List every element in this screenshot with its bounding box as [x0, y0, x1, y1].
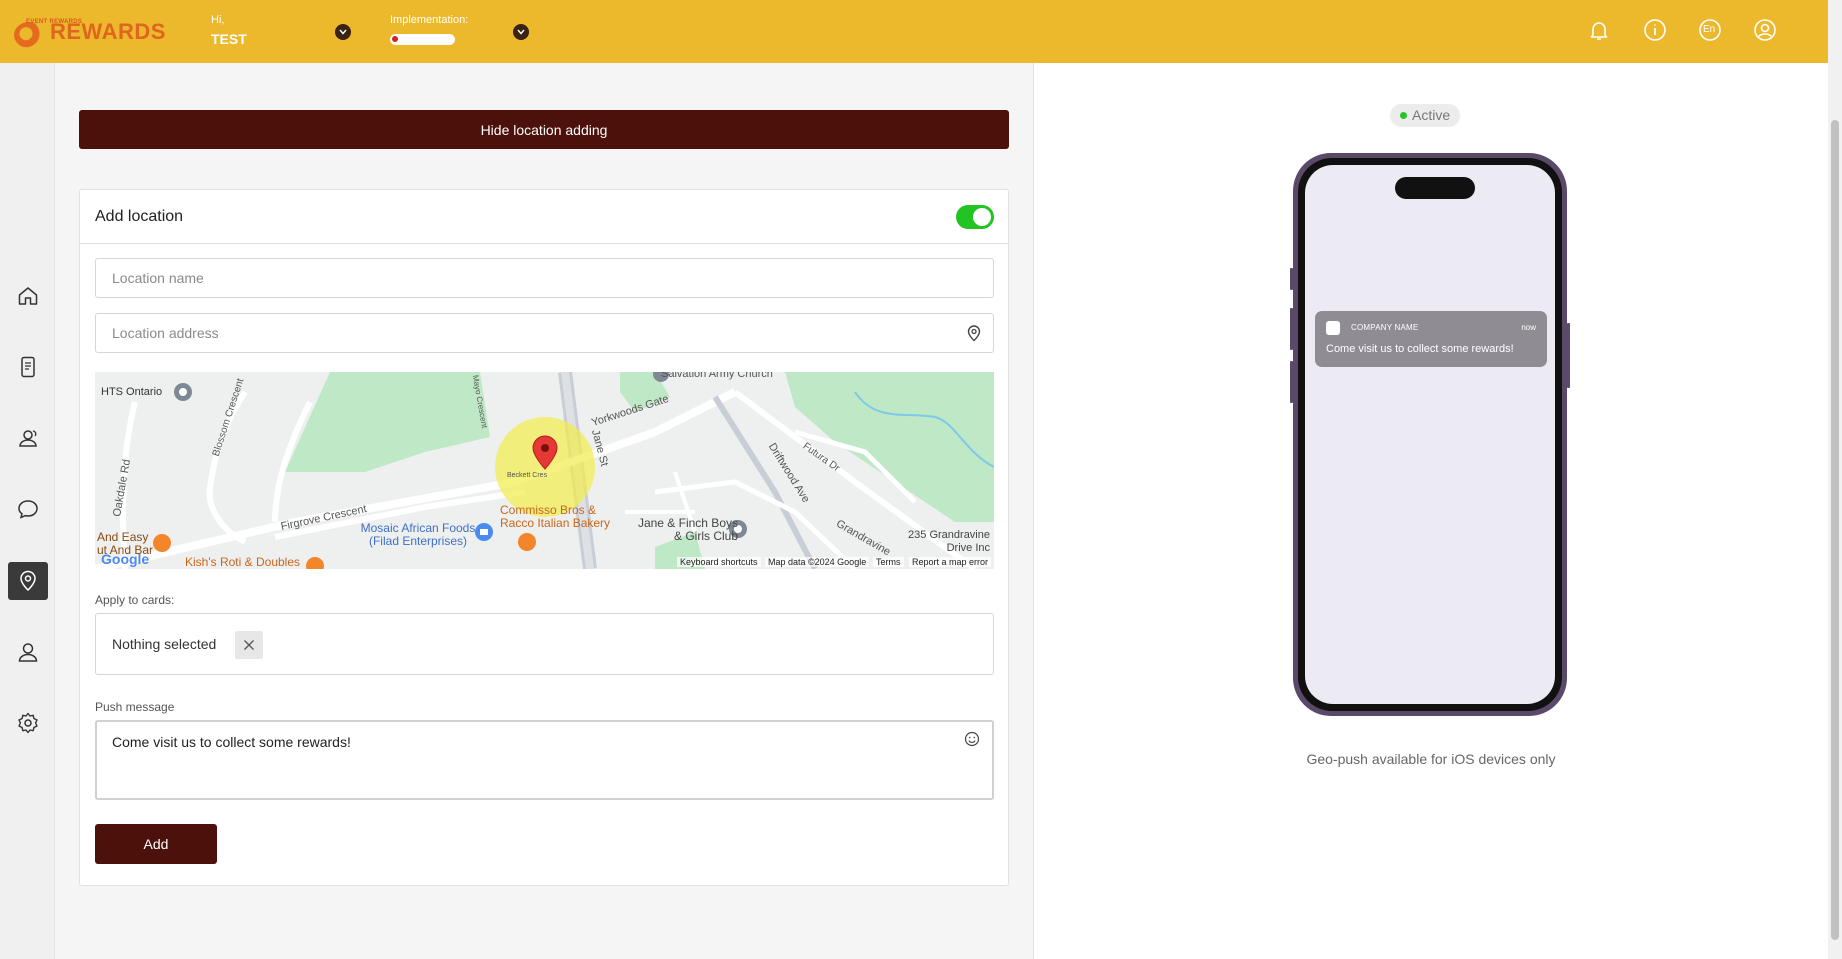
logo-text: REWARDS [50, 19, 166, 44]
phone-frame: COMPANY NAME now Come visit us to collec… [1298, 158, 1562, 711]
clear-selection-button[interactable] [235, 631, 263, 659]
sidebar-item-customers[interactable] [8, 419, 48, 457]
page-scrollbar[interactable] [1828, 0, 1842, 959]
toggle-knob [973, 208, 991, 226]
user-menu-dropdown[interactable] [335, 24, 351, 40]
phone-screen: COMPANY NAME now Come visit us to collec… [1305, 165, 1555, 704]
implementation-status: Implementation: [390, 14, 468, 45]
phone-preview: COMPANY NAME now Come visit us to collec… [1290, 153, 1570, 716]
push-message-textarea[interactable]: Come visit us to collect some rewards! [95, 720, 994, 800]
geo-push-note-text: Geo-push available for iOS devices only [1306, 751, 1556, 767]
geo-push-note: Geo-push available for iOS devices only [1034, 751, 1828, 767]
main-content: Hide location adding Add location Locati… [55, 63, 1034, 959]
map-terms-link[interactable]: Terms [873, 557, 904, 567]
card-header: Add location [80, 190, 1008, 244]
push-notification-preview: COMPANY NAME now Come visit us to collec… [1315, 311, 1547, 367]
messages-icon [18, 500, 38, 519]
location-icon [20, 570, 36, 592]
map-place-kish[interactable]: Kish's Roti & Doubles [185, 556, 300, 569]
location-address-wrapper [95, 313, 994, 353]
emoji-icon[interactable] [964, 731, 980, 747]
chevron-down-icon [339, 29, 347, 35]
push-message-label: Push message [95, 700, 175, 714]
implementation-progress-bar [390, 34, 455, 45]
status-text: Active [1412, 107, 1451, 123]
implementation-dropdown[interactable] [513, 24, 529, 40]
sidebar-item-home[interactable] [8, 277, 48, 315]
cards-selection-text: Nothing selected [112, 636, 217, 652]
close-icon [244, 640, 254, 650]
push-message-value: Come visit us to collect some rewards! [112, 734, 351, 750]
map-place-grandravine[interactable]: 235 Grandravine Drive Inc [890, 529, 990, 555]
add-location-card: Add location Location name Location addr… [79, 189, 1009, 886]
bell-icon[interactable] [1587, 18, 1611, 42]
customers-icon [19, 430, 37, 447]
phone-side-button [1290, 268, 1293, 290]
logo-mark-icon [14, 22, 44, 48]
notification-time: now [1521, 323, 1536, 332]
phone-side-button [1567, 323, 1570, 388]
preview-panel: Active COMPANY NAME now Come visit us to… [1034, 63, 1828, 959]
location-name-input[interactable] [95, 258, 994, 298]
sidebar-item-profile[interactable] [8, 633, 48, 671]
map-street-label: HTS Ontario [101, 386, 163, 398]
notification-message: Come visit us to collect some rewards! [1326, 343, 1514, 355]
info-icon[interactable] [1643, 18, 1667, 42]
mobile-card-icon [21, 356, 35, 378]
sidebar [0, 63, 55, 959]
chevron-down-icon [517, 29, 525, 35]
map-data-credit: Map data ©2024 Google [765, 557, 870, 567]
status-dot [1400, 112, 1407, 119]
map-place-commisso[interactable]: Commisso Bros & Racco Italian Bakery [500, 504, 620, 530]
app-logo[interactable]: EVENT REWARDS REWARDS [12, 16, 172, 50]
sidebar-item-cards[interactable] [8, 348, 48, 386]
location-map[interactable]: Salvation Army Church HTS Ontario Yorkwo… [95, 372, 994, 569]
implementation-progress-fill [392, 36, 398, 42]
settings-icon [18, 712, 38, 734]
status-badge: Active [1390, 104, 1461, 127]
greeting-text: Hi, [211, 14, 225, 26]
apply-to-cards-label: Apply to cards: [95, 593, 175, 607]
location-address-input[interactable] [95, 313, 994, 353]
map-place-mosaic[interactable]: Mosaic African Foods (Filad Enterprises) [348, 522, 488, 548]
map-report-error-link[interactable]: Report a map error [909, 557, 992, 567]
phone-side-button [1290, 308, 1293, 350]
scrollbar-thumb[interactable] [1831, 120, 1839, 940]
language-code: En [1703, 24, 1716, 35]
add-location-toggle[interactable] [956, 205, 994, 229]
phone-side-button [1290, 361, 1293, 403]
hide-location-adding-button[interactable]: Hide location adding [79, 110, 1009, 149]
add-location-button[interactable]: Add [95, 824, 217, 864]
home-icon [18, 287, 38, 305]
map-street-label: Beckett Cres [507, 472, 548, 479]
map-keyboard-shortcuts[interactable]: Keyboard shortcuts [677, 557, 761, 567]
map-pin-icon[interactable] [966, 324, 982, 342]
user-icon[interactable] [1753, 18, 1777, 42]
google-logo[interactable]: Google [101, 551, 149, 567]
map-place-jane-finch[interactable]: Jane & Finch Boys & Girls Club [628, 517, 738, 543]
language-icon[interactable]: En [1698, 18, 1722, 42]
cards-select[interactable]: Nothing selected [95, 613, 994, 675]
implementation-label: Implementation: [390, 14, 469, 26]
sidebar-item-settings[interactable] [8, 704, 48, 742]
user-greeting: Hi, TEST [211, 14, 247, 47]
profile-icon [18, 643, 38, 662]
sidebar-item-locations[interactable] [8, 562, 48, 600]
dynamic-island [1395, 177, 1475, 199]
user-name: TEST [211, 31, 247, 47]
app-icon [1326, 321, 1340, 335]
sidebar-item-messages[interactable] [8, 490, 48, 528]
top-bar: EVENT REWARDS REWARDS Hi, TEST Implement… [0, 0, 1828, 63]
notification-app-name: COMPANY NAME [1351, 323, 1419, 332]
card-title: Add location [95, 208, 184, 225]
map-street-label: Salvation Army Church [661, 372, 773, 380]
